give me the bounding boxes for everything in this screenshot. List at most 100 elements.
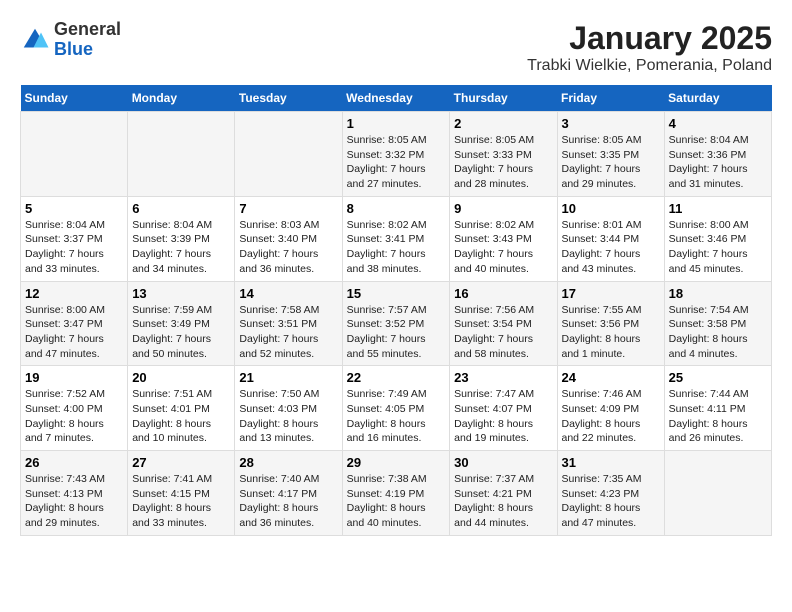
calendar-cell: 31Sunrise: 7:35 AM Sunset: 4:23 PM Dayli… xyxy=(557,451,664,536)
day-info: Sunrise: 7:55 AM Sunset: 3:56 PM Dayligh… xyxy=(562,303,660,362)
day-info: Sunrise: 8:04 AM Sunset: 3:36 PM Dayligh… xyxy=(669,133,767,192)
day-number: 27 xyxy=(132,455,230,470)
calendar-cell: 2 Sunrise: 8:05 AM Sunset: 3:33 PM Daylig… xyxy=(450,112,557,197)
calendar-cell: 9 Sunrise: 8:02 AM Sunset: 3:43 PM Daylig… xyxy=(450,196,557,281)
day-info: Sunrise: 7:59 AM Sunset: 3:49 PM Dayligh… xyxy=(132,303,230,362)
day-info: Sunrise: 8:00 AM Sunset: 3:47 PM Dayligh… xyxy=(25,303,123,362)
calendar-cell: 30 Sunrise: 7:37 AM Sunset: 4:21 PM Dayli… xyxy=(450,451,557,536)
calendar-cell xyxy=(664,451,771,536)
day-info: Sunrise: 8:05 AM Sunset: 3:35 PM Dayligh… xyxy=(562,133,660,192)
calendar-cell: 3Sunrise: 8:05 AM Sunset: 3:35 PM Daylig… xyxy=(557,112,664,197)
day-info: Sunrise: 8:00 AM Sunset: 3:46 PM Dayligh… xyxy=(669,218,767,277)
day-info: Sunrise: 8:05 AM Sunset: 3:33 PM Dayligh… xyxy=(454,133,552,192)
day-info: Sunrise: 7:58 AM Sunset: 3:51 PM Dayligh… xyxy=(239,303,337,362)
day-number: 19 xyxy=(25,370,123,385)
day-number: 25 xyxy=(669,370,767,385)
calendar-cell xyxy=(128,112,235,197)
day-number: 5 xyxy=(25,201,123,216)
day-info: Sunrise: 7:37 AM Sunset: 4:21 PM Dayligh… xyxy=(454,472,552,531)
calendar-week-row: 1 Sunrise: 8:05 AM Sunset: 3:32 PM Daylig… xyxy=(21,112,772,197)
day-number: 16 xyxy=(454,286,552,301)
day-info: Sunrise: 7:49 AM Sunset: 4:05 PM Dayligh… xyxy=(347,387,446,446)
day-info: Sunrise: 7:43 AM Sunset: 4:13 PM Dayligh… xyxy=(25,472,123,531)
calendar-cell xyxy=(21,112,128,197)
day-info: Sunrise: 7:57 AM Sunset: 3:52 PM Dayligh… xyxy=(347,303,446,362)
day-number: 1 xyxy=(347,116,446,131)
day-info: Sunrise: 7:54 AM Sunset: 3:58 PM Dayligh… xyxy=(669,303,767,362)
day-info: Sunrise: 8:05 AM Sunset: 3:32 PM Dayligh… xyxy=(347,133,446,192)
day-number: 20 xyxy=(132,370,230,385)
weekday-header-row: SundayMondayTuesdayWednesdayThursdayFrid… xyxy=(21,85,772,112)
weekday-header: Tuesday xyxy=(235,85,342,112)
weekday-header: Saturday xyxy=(664,85,771,112)
logo-blue: Blue xyxy=(54,40,121,60)
day-number: 29 xyxy=(347,455,446,470)
day-number: 11 xyxy=(669,201,767,216)
calendar-cell: 1 Sunrise: 8:05 AM Sunset: 3:32 PM Daylig… xyxy=(342,112,450,197)
day-number: 12 xyxy=(25,286,123,301)
day-info: Sunrise: 8:04 AM Sunset: 3:37 PM Dayligh… xyxy=(25,218,123,277)
day-number: 10 xyxy=(562,201,660,216)
calendar-cell: 14 Sunrise: 7:58 AM Sunset: 3:51 PM Dayli… xyxy=(235,281,342,366)
day-number: 2 xyxy=(454,116,552,131)
calendar-cell: 6 Sunrise: 8:04 AM Sunset: 3:39 PM Daylig… xyxy=(128,196,235,281)
day-info: Sunrise: 8:03 AM Sunset: 3:40 PM Dayligh… xyxy=(239,218,337,277)
calendar-cell: 29Sunrise: 7:38 AM Sunset: 4:19 PM Dayli… xyxy=(342,451,450,536)
day-number: 24 xyxy=(562,370,660,385)
day-info: Sunrise: 8:01 AM Sunset: 3:44 PM Dayligh… xyxy=(562,218,660,277)
calendar-cell: 22 Sunrise: 7:49 AM Sunset: 4:05 PM Dayli… xyxy=(342,366,450,451)
logo: General Blue xyxy=(20,20,121,60)
calendar-cell: 8 Sunrise: 8:02 AM Sunset: 3:41 PM Daylig… xyxy=(342,196,450,281)
calendar-cell: 4 Sunrise: 8:04 AM Sunset: 3:36 PM Daylig… xyxy=(664,112,771,197)
weekday-header: Sunday xyxy=(21,85,128,112)
day-number: 4 xyxy=(669,116,767,131)
calendar-cell: 23 Sunrise: 7:47 AM Sunset: 4:07 PM Dayli… xyxy=(450,366,557,451)
day-info: Sunrise: 7:44 AM Sunset: 4:11 PM Dayligh… xyxy=(669,387,767,446)
day-info: Sunrise: 7:50 AM Sunset: 4:03 PM Dayligh… xyxy=(239,387,337,446)
day-number: 28 xyxy=(239,455,337,470)
calendar-cell: 25 Sunrise: 7:44 AM Sunset: 4:11 PM Dayli… xyxy=(664,366,771,451)
day-info: Sunrise: 7:40 AM Sunset: 4:17 PM Dayligh… xyxy=(239,472,337,531)
calendar-cell: 20 Sunrise: 7:51 AM Sunset: 4:01 PM Dayli… xyxy=(128,366,235,451)
calendar-cell: 27Sunrise: 7:41 AM Sunset: 4:15 PM Dayli… xyxy=(128,451,235,536)
calendar-cell: 7 Sunrise: 8:03 AM Sunset: 3:40 PM Daylig… xyxy=(235,196,342,281)
title-area: January 2025 Trabki Wielkie, Pomerania, … xyxy=(527,20,772,75)
day-info: Sunrise: 8:02 AM Sunset: 3:41 PM Dayligh… xyxy=(347,218,446,277)
day-number: 18 xyxy=(669,286,767,301)
day-number: 22 xyxy=(347,370,446,385)
calendar-week-row: 19 Sunrise: 7:52 AM Sunset: 4:00 PM Dayli… xyxy=(21,366,772,451)
page-subtitle: Trabki Wielkie, Pomerania, Poland xyxy=(527,57,772,75)
day-info: Sunrise: 7:47 AM Sunset: 4:07 PM Dayligh… xyxy=(454,387,552,446)
logo-icon xyxy=(20,25,50,55)
calendar-cell: 12 Sunrise: 8:00 AM Sunset: 3:47 PM Dayli… xyxy=(21,281,128,366)
calendar-cell: 16 Sunrise: 7:56 AM Sunset: 3:54 PM Dayli… xyxy=(450,281,557,366)
day-info: Sunrise: 7:51 AM Sunset: 4:01 PM Dayligh… xyxy=(132,387,230,446)
day-number: 14 xyxy=(239,286,337,301)
calendar-cell xyxy=(235,112,342,197)
calendar-cell: 24Sunrise: 7:46 AM Sunset: 4:09 PM Dayli… xyxy=(557,366,664,451)
day-info: Sunrise: 7:52 AM Sunset: 4:00 PM Dayligh… xyxy=(25,387,123,446)
day-number: 15 xyxy=(347,286,446,301)
weekday-header: Thursday xyxy=(450,85,557,112)
day-info: Sunrise: 7:56 AM Sunset: 3:54 PM Dayligh… xyxy=(454,303,552,362)
calendar-cell: 26Sunrise: 7:43 AM Sunset: 4:13 PM Dayli… xyxy=(21,451,128,536)
day-number: 31 xyxy=(562,455,660,470)
day-number: 8 xyxy=(347,201,446,216)
day-number: 30 xyxy=(454,455,552,470)
day-info: Sunrise: 8:04 AM Sunset: 3:39 PM Dayligh… xyxy=(132,218,230,277)
calendar-cell: 18 Sunrise: 7:54 AM Sunset: 3:58 PM Dayli… xyxy=(664,281,771,366)
weekday-header: Wednesday xyxy=(342,85,450,112)
calendar-week-row: 12 Sunrise: 8:00 AM Sunset: 3:47 PM Dayli… xyxy=(21,281,772,366)
day-number: 6 xyxy=(132,201,230,216)
logo-text: General Blue xyxy=(54,20,121,60)
day-number: 7 xyxy=(239,201,337,216)
weekday-header: Monday xyxy=(128,85,235,112)
logo-general: General xyxy=(54,20,121,40)
calendar-week-row: 26Sunrise: 7:43 AM Sunset: 4:13 PM Dayli… xyxy=(21,451,772,536)
day-number: 23 xyxy=(454,370,552,385)
day-info: Sunrise: 8:02 AM Sunset: 3:43 PM Dayligh… xyxy=(454,218,552,277)
calendar-cell: 19 Sunrise: 7:52 AM Sunset: 4:00 PM Dayli… xyxy=(21,366,128,451)
weekday-header: Friday xyxy=(557,85,664,112)
day-number: 9 xyxy=(454,201,552,216)
calendar-cell: 15 Sunrise: 7:57 AM Sunset: 3:52 PM Dayli… xyxy=(342,281,450,366)
